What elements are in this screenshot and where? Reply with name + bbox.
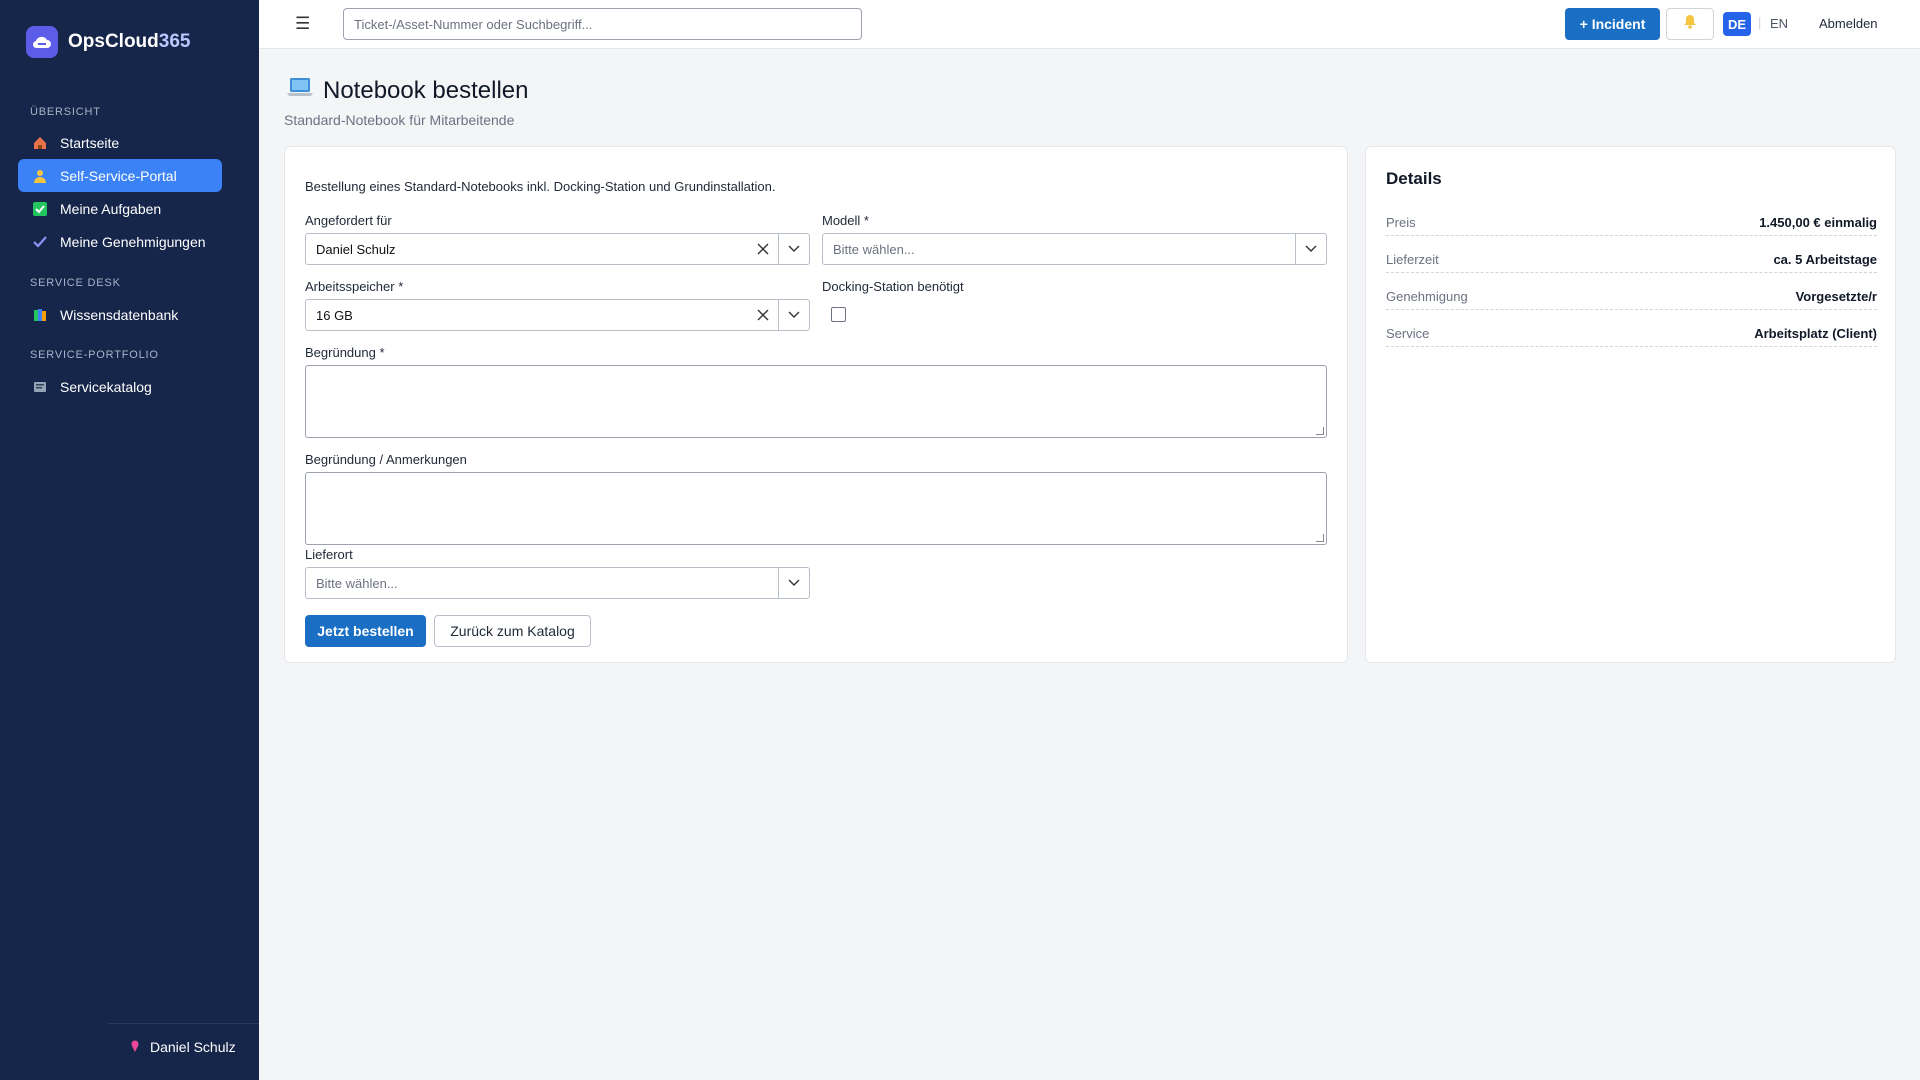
sidebar: OpsCloud365 ÜBERSICHT Startseite Self-Se…: [0, 0, 259, 1080]
sidebar-item-label: Meine Genehmigungen: [60, 233, 206, 250]
detail-row-price: Preis 1.450,00 € einmalig: [1386, 209, 1877, 236]
location-placeholder: Bitte wählen...: [316, 575, 398, 591]
model-label: Modell *: [822, 213, 869, 228]
books-icon: [32, 307, 48, 323]
back-to-catalog-button[interactable]: Zurück zum Katalog: [434, 615, 591, 647]
language-separator: |: [1758, 15, 1762, 30]
pin-icon: [130, 1039, 140, 1055]
remarks-textarea[interactable]: [305, 472, 1327, 545]
notifications-button[interactable]: [1666, 8, 1714, 40]
model-placeholder: Bitte wählen...: [833, 241, 915, 257]
sidebar-user[interactable]: Daniel Schulz: [130, 1039, 236, 1055]
requested-for-select[interactable]: Daniel Schulz: [305, 233, 810, 265]
sidebar-user-name: Daniel Schulz: [150, 1039, 236, 1055]
resize-grip-icon[interactable]: [1316, 427, 1324, 435]
memory-select[interactable]: 16 GB: [305, 299, 810, 331]
justification-label: Begründung *: [305, 345, 385, 360]
detail-value: ca. 5 Arbeitstage: [1773, 251, 1877, 267]
nav-section-service-portfolio: SERVICE-PORTFOLIO: [30, 349, 159, 361]
nav-section-overview: ÜBERSICHT: [30, 106, 101, 118]
sidebar-item-label: Wissensdatenbank: [60, 306, 179, 323]
brand[interactable]: OpsCloud365: [26, 26, 190, 58]
sidebar-item-self-service-portal[interactable]: Self-Service-Portal: [18, 159, 222, 192]
sidebar-item-label: Servicekatalog: [60, 378, 152, 395]
bell-icon: [1683, 14, 1697, 34]
checkmark-icon: [32, 234, 48, 250]
chevron-down-icon[interactable]: [1295, 234, 1326, 264]
memory-value: 16 GB: [316, 307, 353, 323]
requested-for-value: Daniel Schulz: [316, 241, 396, 257]
sidebar-item-meine-genehmigungen[interactable]: Meine Genehmigungen: [18, 225, 222, 258]
order-now-button[interactable]: Jetzt bestellen: [305, 615, 426, 647]
docking-label: Docking-Station benötigt: [822, 279, 964, 294]
details-card: Details Preis 1.450,00 € einmalig Liefer…: [1365, 146, 1896, 663]
menu-toggle-icon[interactable]: ☰: [295, 14, 310, 34]
brand-name: OpsCloud365: [68, 31, 191, 52]
clear-icon[interactable]: [748, 234, 778, 264]
resize-grip-icon[interactable]: [1316, 534, 1324, 542]
remarks-label: Begründung / Anmerkungen: [305, 452, 467, 467]
detail-value: Arbeitsplatz (Client): [1754, 325, 1877, 341]
home-icon: [32, 135, 48, 151]
detail-row-delivery-time: Lieferzeit ca. 5 Arbeitstage: [1386, 246, 1877, 273]
form-intro: Bestellung eines Standard-Notebooks inkl…: [305, 179, 776, 194]
detail-value: Vorgesetzte/r: [1795, 288, 1877, 304]
nav-section-service-desk: SERVICE DESK: [30, 277, 121, 289]
page-subtitle: Standard-Notebook für Mitarbeitende: [284, 112, 515, 128]
sidebar-item-servicekatalog[interactable]: Servicekatalog: [18, 370, 222, 403]
clear-icon[interactable]: [748, 300, 778, 330]
language-de-button[interactable]: DE: [1723, 12, 1751, 36]
sidebar-footer-divider: [108, 1023, 259, 1024]
detail-key: Service: [1386, 325, 1430, 341]
chevron-down-icon[interactable]: [778, 234, 809, 264]
details-title: Details: [1386, 169, 1442, 188]
page-title-text: Notebook bestellen: [323, 76, 529, 104]
sidebar-item-label: Startseite: [60, 134, 120, 151]
location-select[interactable]: Bitte wählen...: [305, 567, 810, 599]
justification-textarea[interactable]: [305, 365, 1327, 438]
sidebar-item-label: Self-Service-Portal: [60, 167, 177, 184]
sidebar-item-startseite[interactable]: Startseite: [18, 126, 222, 159]
person-icon: [32, 168, 48, 184]
new-incident-button[interactable]: + Incident: [1565, 8, 1660, 40]
detail-key: Lieferzeit: [1386, 251, 1439, 267]
sidebar-item-meine-aufgaben[interactable]: Meine Aufgaben: [18, 192, 222, 225]
language-en-button[interactable]: EN: [1770, 16, 1788, 31]
checkbox-icon: [32, 201, 48, 217]
docking-checkbox[interactable]: [831, 307, 846, 322]
cloud-logo-icon: [26, 26, 58, 58]
page-title: Notebook bestellen: [287, 76, 528, 105]
order-form-card: Bestellung eines Standard-Notebooks inkl…: [284, 146, 1348, 663]
chevron-down-icon[interactable]: [778, 300, 809, 330]
requested-for-label: Angefordert für: [305, 213, 392, 228]
chevron-down-icon[interactable]: [778, 568, 809, 598]
sidebar-item-wissensdatenbank[interactable]: Wissensdatenbank: [18, 298, 222, 331]
laptop-icon: [287, 76, 313, 105]
topbar: ☰ + Incident DE | EN Abmelden: [259, 0, 1920, 49]
detail-key: Genehmigung: [1386, 288, 1468, 304]
model-select[interactable]: Bitte wählen...: [822, 233, 1327, 265]
search-input[interactable]: [343, 8, 862, 40]
detail-row-approval: Genehmigung Vorgesetzte/r: [1386, 283, 1877, 310]
detail-value: 1.450,00 € einmalig: [1759, 214, 1877, 230]
location-label: Lieferort: [305, 547, 353, 562]
catalog-icon: [32, 379, 48, 395]
detail-row-service: Service Arbeitsplatz (Client): [1386, 320, 1877, 347]
sidebar-item-label: Meine Aufgaben: [60, 200, 162, 217]
detail-key: Preis: [1386, 214, 1416, 230]
memory-label: Arbeitsspeicher *: [305, 279, 404, 294]
logout-link[interactable]: Abmelden: [1819, 16, 1878, 31]
